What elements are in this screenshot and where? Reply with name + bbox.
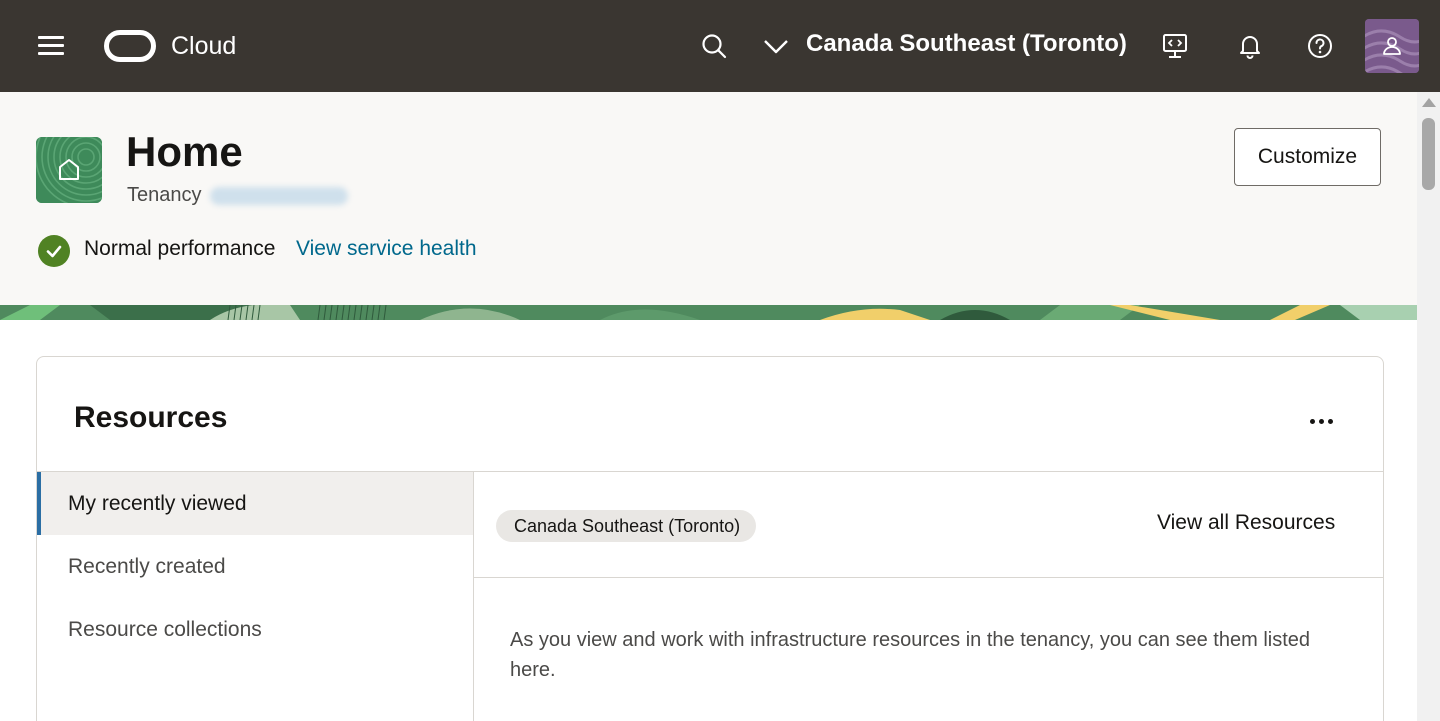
nav-item-recently-created[interactable]: Recently created — [37, 535, 473, 598]
page-header: Home Tenancy Normal performance View ser… — [0, 92, 1417, 305]
developer-tools-icon[interactable] — [1157, 28, 1193, 64]
performance-status: Normal performance — [84, 237, 276, 260]
divider — [473, 472, 474, 721]
bell-icon[interactable] — [1232, 28, 1268, 64]
brand-name: Cloud — [171, 32, 237, 60]
oracle-logo-icon[interactable] — [104, 30, 156, 62]
vertical-scrollbar[interactable] — [1417, 92, 1440, 721]
nav-item-resource-collections[interactable]: Resource collections — [37, 598, 473, 661]
view-service-health-link[interactable]: View service health — [296, 237, 477, 261]
scrollbar-thumb[interactable] — [1422, 118, 1435, 190]
help-icon[interactable] — [1302, 28, 1338, 64]
tenancy-label: Tenancy — [127, 184, 202, 206]
chevron-down-icon[interactable] — [758, 28, 794, 64]
region-selector[interactable]: Canada Southeast (Toronto) — [806, 30, 1127, 58]
customize-button[interactable]: Customize — [1234, 128, 1381, 186]
divider — [474, 577, 1383, 578]
top-navigation-bar: Cloud Canada Southeast (Toronto) — [0, 0, 1440, 92]
user-icon — [1365, 19, 1419, 73]
more-options-icon[interactable] — [1301, 407, 1341, 435]
region-filter-chip[interactable]: Canada Southeast (Toronto) — [496, 510, 757, 542]
resources-card: Resources My recently viewed Recently cr… — [36, 356, 1384, 721]
empty-state-message: As you view and work with infrastructure… — [510, 629, 1311, 681]
hamburger-menu-icon[interactable] — [36, 31, 66, 61]
home-tile-icon — [36, 137, 102, 203]
resources-title: Resources — [74, 401, 228, 434]
decorative-banner — [0, 305, 1417, 320]
view-all-resources-link[interactable]: View all Resources — [1157, 511, 1335, 535]
check-circle-icon — [38, 235, 70, 267]
resources-nav: My recently viewed Recently created Reso… — [37, 472, 473, 721]
scroll-up-arrow-icon[interactable] — [1422, 98, 1436, 107]
search-icon[interactable] — [696, 28, 732, 64]
user-avatar[interactable] — [1365, 19, 1419, 73]
tenancy-name-redacted — [210, 187, 348, 205]
page-title: Home — [126, 128, 243, 175]
nav-item-recently-viewed[interactable]: My recently viewed — [37, 472, 473, 535]
